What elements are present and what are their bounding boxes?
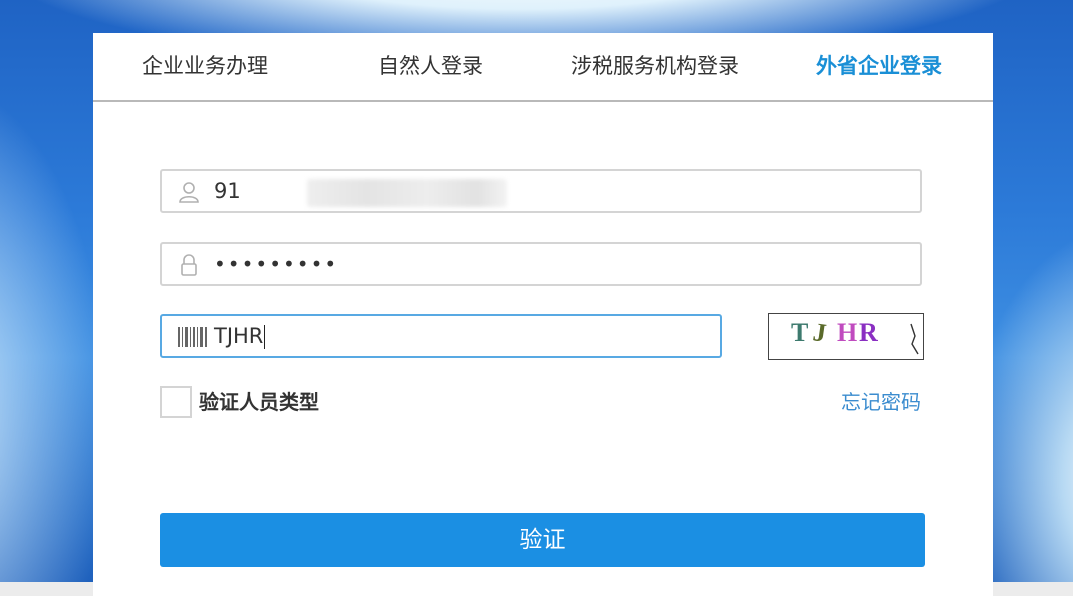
captcha-input-value: TJHR (214, 324, 266, 349)
tab-natural-person-login[interactable]: 自然人登录 (378, 33, 483, 100)
tab-enterprise-business[interactable]: 企业业务办理 (142, 33, 268, 100)
verify-button[interactable]: 验证 (160, 513, 925, 567)
captcha-image[interactable]: T J H R (768, 313, 924, 360)
lock-icon (178, 254, 200, 276)
captcha-char: T (791, 318, 809, 347)
captcha-input[interactable]: TJHR (160, 314, 722, 358)
password-input[interactable]: ••••••••• (160, 242, 922, 286)
captcha-char: H (837, 318, 858, 347)
captcha-char: J (811, 317, 829, 348)
tab-tax-agency-login[interactable]: 涉税服务机构登录 (571, 33, 739, 100)
password-value: ••••••••• (214, 252, 339, 276)
login-tabs: 企业业务办理 自然人登录 涉税服务机构登录 外省企业登录 (93, 33, 993, 102)
redacted-account-digits (307, 179, 507, 207)
verify-personnel-type-label: 验证人员类型 (199, 390, 319, 414)
account-input[interactable]: 91 (160, 169, 922, 213)
captcha-char: R (859, 318, 878, 347)
forgot-password-link[interactable]: 忘记密码 (841, 386, 921, 418)
account-value: 91 (214, 179, 241, 203)
verify-personnel-type-checkbox[interactable] (160, 386, 192, 418)
text-caret (264, 325, 266, 349)
captcha-noise (910, 323, 919, 355)
login-panel: 企业业务办理 自然人登录 涉税服务机构登录 外省企业登录 91 ••••••••… (93, 33, 993, 596)
barcode-icon (178, 326, 207, 348)
user-icon (178, 181, 200, 203)
tab-out-of-province-login[interactable]: 外省企业登录 (816, 33, 942, 100)
